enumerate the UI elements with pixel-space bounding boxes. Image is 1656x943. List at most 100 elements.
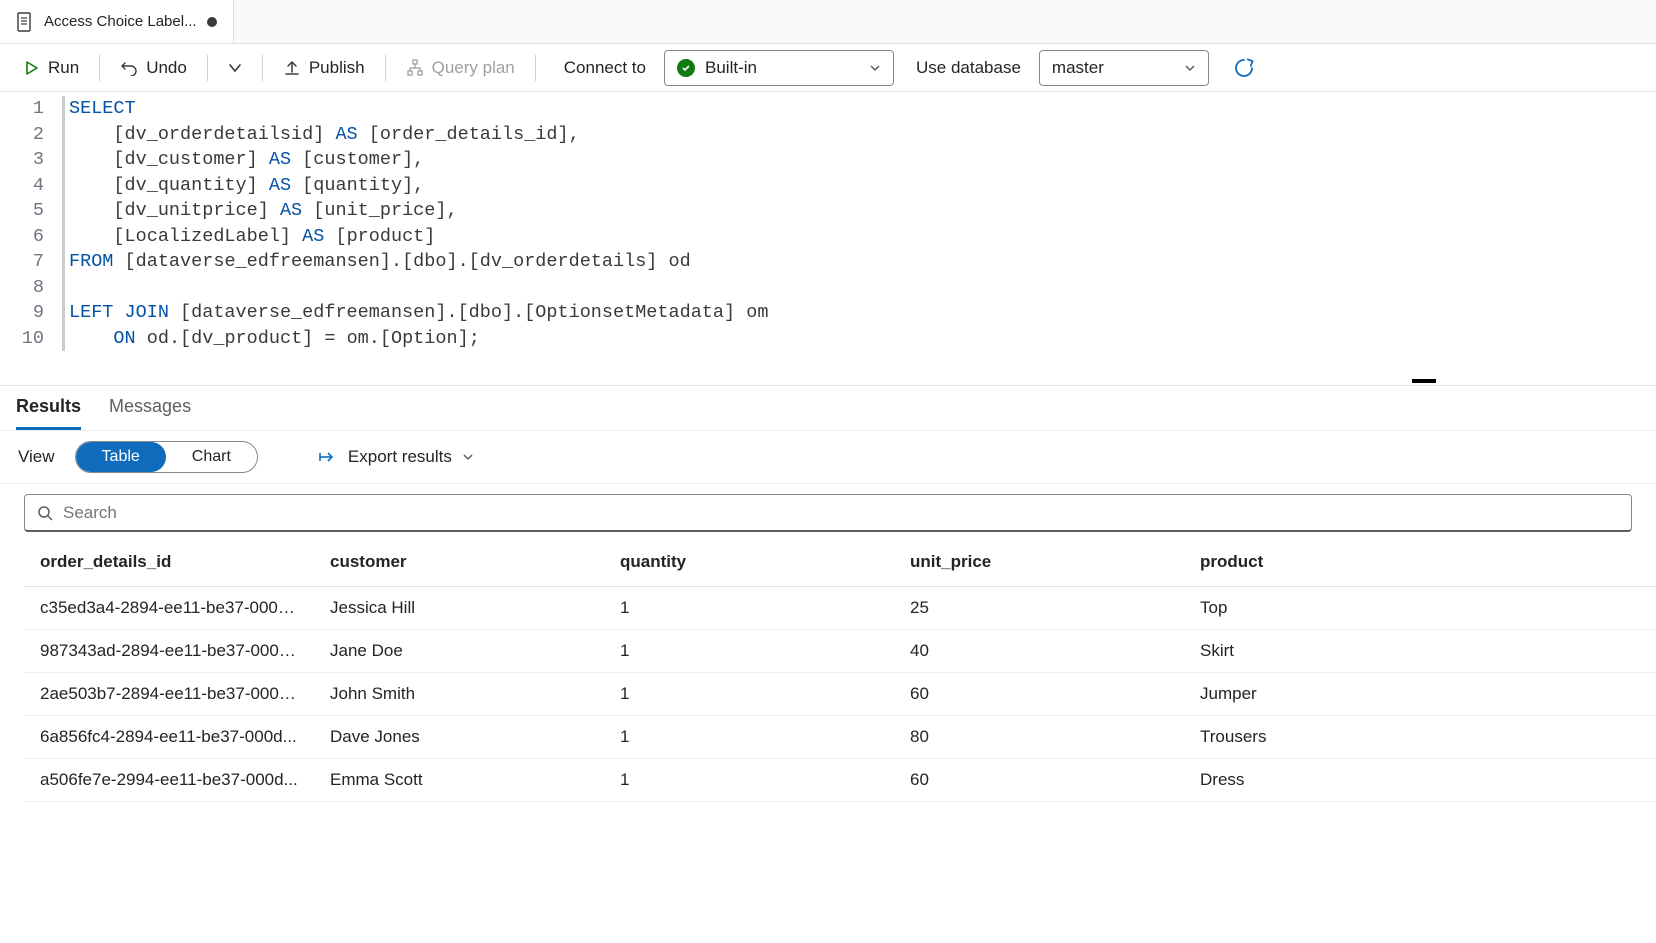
chevron-down-button[interactable] <box>222 57 248 79</box>
table-cell: Jane Doe <box>314 630 604 673</box>
code-line: [dv_unitprice] AS [unit_price], <box>69 198 768 224</box>
export-label: Export results <box>348 447 452 467</box>
table-cell: 2ae503b7-2894-ee11-be37-000d... <box>24 673 314 716</box>
table-cell: 40 <box>894 630 1184 673</box>
publish-icon <box>283 59 301 77</box>
view-label: View <box>18 447 55 467</box>
table-row[interactable]: 2ae503b7-2894-ee11-be37-000d...John Smit… <box>24 673 1656 716</box>
table-cell: Top <box>1184 587 1656 630</box>
view-chart-button[interactable]: Chart <box>166 442 257 472</box>
run-button[interactable]: Run <box>18 54 85 82</box>
search-wrap <box>0 484 1656 538</box>
run-label: Run <box>48 58 79 78</box>
line-number: 4 <box>10 173 44 199</box>
code-line <box>69 275 768 301</box>
results-table: order_details_idcustomerquantityunit_pri… <box>24 538 1656 802</box>
table-row[interactable]: c35ed3a4-2894-ee11-be37-000d...Jessica H… <box>24 587 1656 630</box>
column-header[interactable]: unit_price <box>894 538 1184 587</box>
table-cell: John Smith <box>314 673 604 716</box>
connection-value: Built-in <box>705 58 757 78</box>
table-cell: 25 <box>894 587 1184 630</box>
table-cell: 1 <box>604 716 894 759</box>
undo-button[interactable]: Undo <box>114 54 193 82</box>
search-box[interactable] <box>24 494 1632 532</box>
table-cell: 80 <box>894 716 1184 759</box>
code-line: ON od.[dv_product] = om.[Option]; <box>69 326 768 352</box>
export-results-button[interactable]: Export results <box>318 447 474 467</box>
separator <box>535 55 536 81</box>
code-editor[interactable]: 12345678910 SELECT [dv_orderdetailsid] A… <box>0 92 1656 385</box>
chevron-down-icon <box>1184 62 1196 74</box>
line-number: 3 <box>10 147 44 173</box>
column-header[interactable]: order_details_id <box>24 538 314 587</box>
view-table-button[interactable]: Table <box>76 442 166 472</box>
chevron-down-icon <box>228 61 242 75</box>
tab-messages[interactable]: Messages <box>109 396 191 430</box>
database-dropdown[interactable]: master <box>1039 50 1209 86</box>
publish-button[interactable]: Publish <box>277 54 371 82</box>
view-toggle: Table Chart <box>75 441 258 473</box>
table-row[interactable]: 987343ad-2894-ee11-be37-000d...Jane Doe1… <box>24 630 1656 673</box>
column-header[interactable]: customer <box>314 538 604 587</box>
line-number: 6 <box>10 224 44 250</box>
search-input[interactable] <box>63 503 1619 523</box>
chevron-down-icon <box>869 62 881 74</box>
refresh-button[interactable] <box>1233 57 1255 79</box>
separator <box>99 55 100 81</box>
line-number: 1 <box>10 96 44 122</box>
tabbar: Access Choice Label... <box>0 0 1656 44</box>
table-cell: Dress <box>1184 759 1656 802</box>
results-tabbar: Results Messages <box>0 385 1656 430</box>
column-header[interactable]: quantity <box>604 538 894 587</box>
code-line: FROM [dataverse_edfreemansen].[dbo].[dv_… <box>69 249 768 275</box>
column-header[interactable]: product <box>1184 538 1656 587</box>
table-cell: 60 <box>894 759 1184 802</box>
separator <box>385 55 386 81</box>
query-plan-label: Query plan <box>432 58 515 78</box>
table-cell: Skirt <box>1184 630 1656 673</box>
check-circle-icon <box>677 59 695 77</box>
connection-dropdown[interactable]: Built-in <box>664 50 894 86</box>
table-cell: Dave Jones <box>314 716 604 759</box>
table-cell: a506fe7e-2994-ee11-be37-000d... <box>24 759 314 802</box>
table-header-row: order_details_idcustomerquantityunit_pri… <box>24 538 1656 587</box>
code-line: [dv_customer] AS [customer], <box>69 147 768 173</box>
code-content: SELECT [dv_orderdetailsid] AS [order_det… <box>62 96 768 351</box>
query-plan-button[interactable]: Query plan <box>400 54 521 82</box>
splitter-handle[interactable] <box>1412 379 1436 383</box>
table-cell: 1 <box>604 673 894 716</box>
line-number: 7 <box>10 249 44 275</box>
code-line: LEFT JOIN [dataverse_edfreemansen].[dbo]… <box>69 300 768 326</box>
undo-label: Undo <box>146 58 187 78</box>
undo-icon <box>120 60 138 76</box>
sql-file-icon <box>16 12 34 32</box>
search-icon <box>37 505 53 521</box>
unsaved-dot-icon <box>207 17 217 27</box>
table-cell: c35ed3a4-2894-ee11-be37-000d... <box>24 587 314 630</box>
table-cell: 1 <box>604 587 894 630</box>
use-database-label: Use database <box>902 58 1031 78</box>
table-cell: 1 <box>604 759 894 802</box>
table-cell: 6a856fc4-2894-ee11-be37-000d... <box>24 716 314 759</box>
tab-results[interactable]: Results <box>16 396 81 430</box>
table-cell: Jessica Hill <box>314 587 604 630</box>
database-value: master <box>1052 58 1104 78</box>
table-cell: 987343ad-2894-ee11-be37-000d... <box>24 630 314 673</box>
line-gutter: 12345678910 <box>0 96 62 351</box>
code-line: [dv_orderdetailsid] AS [order_details_id… <box>69 122 768 148</box>
query-plan-icon <box>406 59 424 77</box>
table-row[interactable]: a506fe7e-2994-ee11-be37-000d...Emma Scot… <box>24 759 1656 802</box>
file-tab[interactable]: Access Choice Label... <box>0 0 234 43</box>
line-number: 10 <box>10 326 44 352</box>
separator <box>207 55 208 81</box>
publish-label: Publish <box>309 58 365 78</box>
line-number: 8 <box>10 275 44 301</box>
chevron-down-icon <box>462 451 474 463</box>
connect-to-label: Connect to <box>550 58 656 78</box>
table-cell: Jumper <box>1184 673 1656 716</box>
line-number: 5 <box>10 198 44 224</box>
separator <box>262 55 263 81</box>
export-icon <box>318 449 338 465</box>
table-row[interactable]: 6a856fc4-2894-ee11-be37-000d...Dave Jone… <box>24 716 1656 759</box>
play-icon <box>24 60 40 76</box>
